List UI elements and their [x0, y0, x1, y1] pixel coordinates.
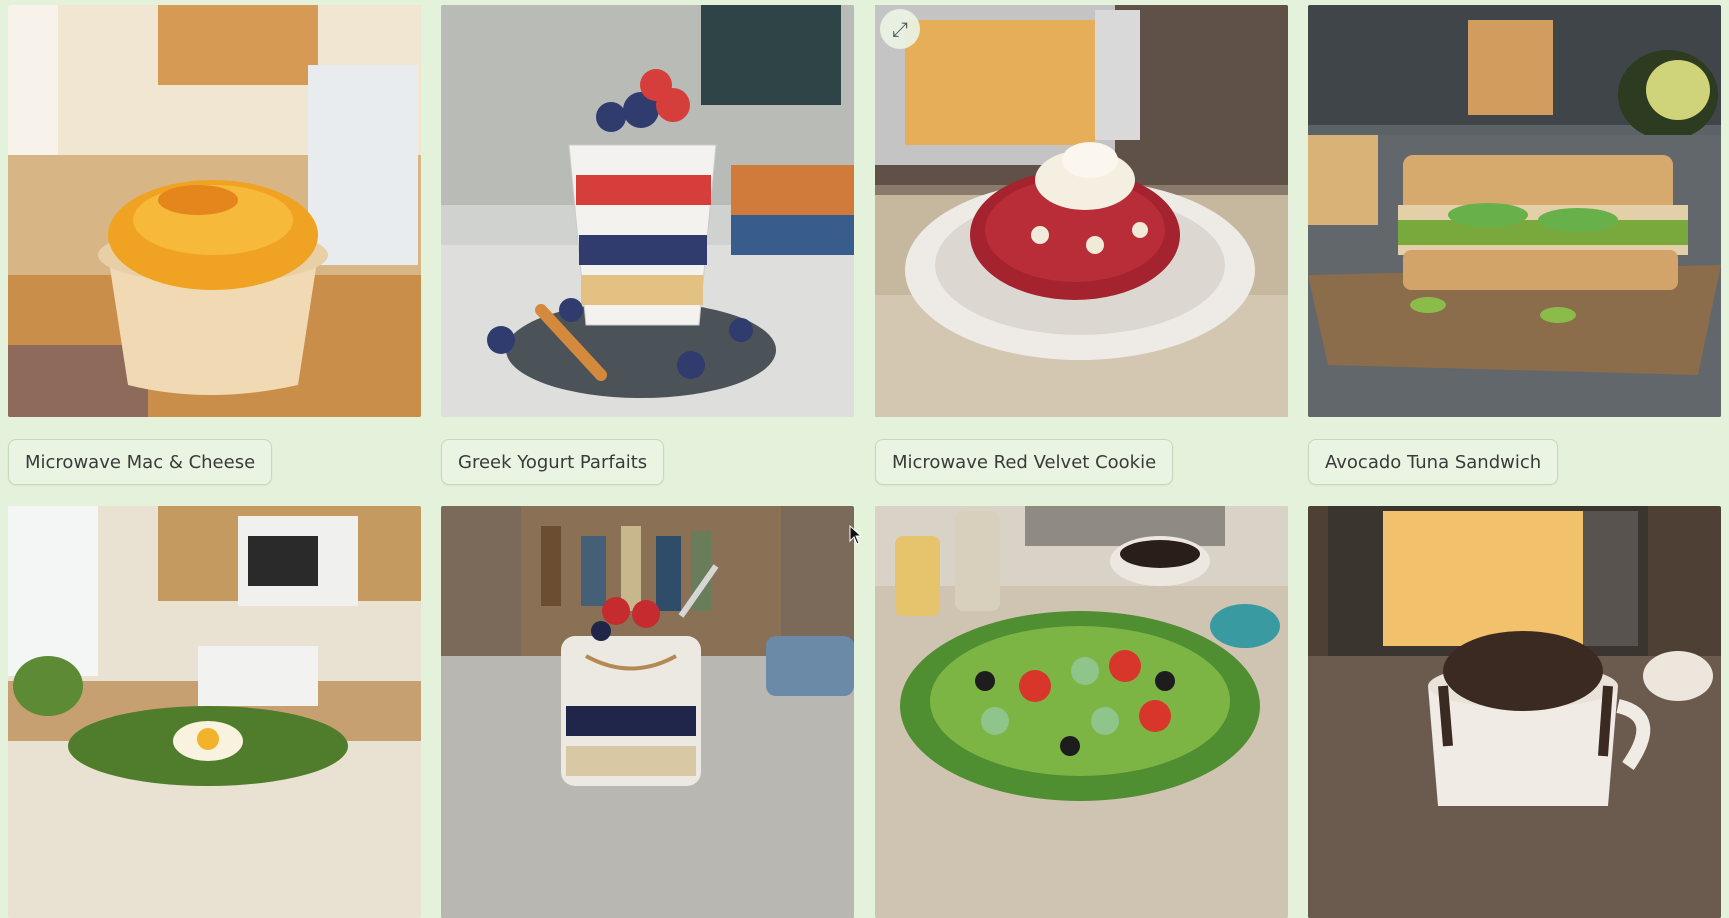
recipe-image[interactable]	[441, 506, 854, 918]
expand-icon[interactable]: ⤢	[880, 9, 920, 49]
recipe-image[interactable]	[1308, 5, 1721, 417]
mouse-cursor-icon	[849, 525, 863, 545]
recipe-title-button[interactable]: Microwave Mac & Cheese	[8, 439, 273, 485]
recipe-card[interactable]	[875, 506, 1288, 918]
recipe-image[interactable]	[875, 506, 1288, 918]
recipe-image[interactable]	[8, 506, 421, 918]
recipe-card[interactable]: Greek Yogurt Parfaits	[441, 5, 854, 485]
recipe-card[interactable]: Microwave Mac & Cheese	[8, 5, 421, 485]
recipe-title-button[interactable]: Microwave Red Velvet Cookie	[875, 439, 1174, 485]
recipe-title-button[interactable]: Greek Yogurt Parfaits	[441, 439, 665, 485]
recipe-card[interactable]: ⤢ Microwave Red Velvet Cookie	[875, 5, 1288, 485]
recipe-image[interactable]: ⤢	[875, 5, 1288, 417]
recipe-card[interactable]	[8, 506, 421, 918]
recipe-gallery: Microwave Mac & Cheese Greek Yogurt Parf…	[0, 0, 1729, 918]
recipe-card[interactable]: Avocado Tuna Sandwich	[1308, 5, 1721, 485]
recipe-image[interactable]	[441, 5, 854, 417]
recipe-card[interactable]	[1308, 506, 1721, 918]
recipe-image[interactable]	[1308, 506, 1721, 918]
recipe-card[interactable]	[441, 506, 854, 918]
recipe-title-button[interactable]: Avocado Tuna Sandwich	[1308, 439, 1559, 485]
recipe-image[interactable]	[8, 5, 421, 417]
